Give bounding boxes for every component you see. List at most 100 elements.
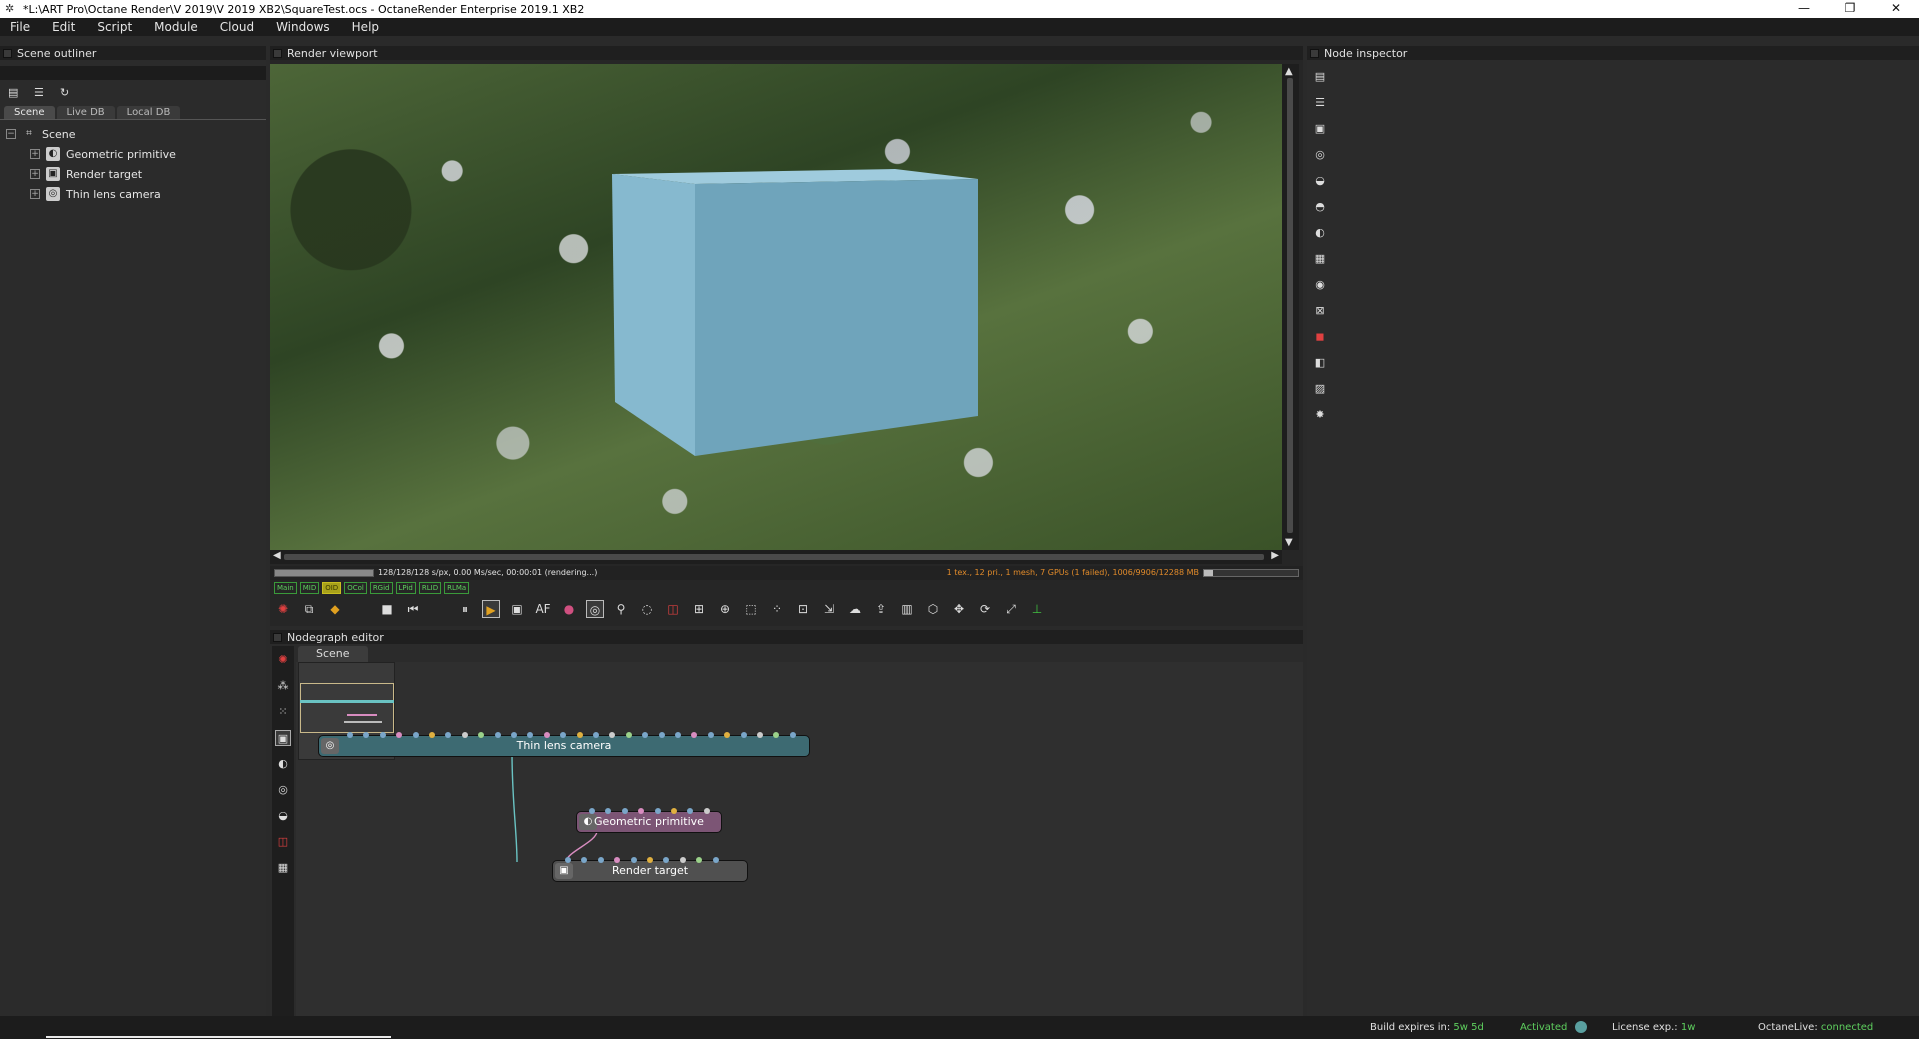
pass-mid[interactable]: MID: [299, 582, 320, 594]
panel-toggle-box[interactable]: [273, 48, 282, 58]
reset-icon[interactable]: ✺: [275, 652, 291, 668]
white-balance-icon[interactable]: ◌: [638, 600, 656, 618]
input-pin[interactable]: [691, 732, 698, 738]
menu-module[interactable]: Module: [154, 20, 198, 34]
expand-toggle-icon[interactable]: +: [30, 169, 40, 179]
export-icon[interactable]: ⇲: [820, 600, 838, 618]
input-pin[interactable]: [576, 732, 583, 738]
object-picker-icon[interactable]: ⊞: [690, 600, 708, 618]
box-icon[interactable]: ⬡: [924, 600, 942, 618]
input-pin[interactable]: [565, 857, 571, 863]
input-pin[interactable]: [724, 732, 731, 738]
focus-picker-icon[interactable]: ⚲: [612, 600, 630, 618]
camera-icon[interactable]: ◎: [1313, 148, 1327, 162]
input-pin[interactable]: [605, 808, 612, 814]
animation-icon[interactable]: ◉: [1313, 278, 1327, 292]
copy-icon[interactable]: ⧉: [300, 600, 318, 618]
input-pin[interactable]: [625, 732, 632, 738]
pass-rgid[interactable]: RGid: [369, 582, 393, 594]
input-pin[interactable]: [543, 732, 550, 738]
expand-all-icon[interactable]: ▤: [1313, 70, 1327, 84]
collapse-all-icon[interactable]: ☰: [34, 87, 46, 99]
input-pin[interactable]: [494, 732, 501, 738]
geometry-icon[interactable]: ◐: [275, 756, 291, 772]
tree-item-geometric-primitive[interactable]: + ◐ Geometric primitive: [0, 144, 266, 164]
pass-rlma[interactable]: RLMa: [444, 582, 470, 594]
scale-icon[interactable]: ⤢: [1002, 600, 1020, 618]
tab-scene-graph[interactable]: Scene: [298, 646, 368, 662]
restore-button[interactable]: ❐: [1827, 0, 1873, 18]
input-pin[interactable]: [363, 732, 370, 738]
input-pin[interactable]: [379, 732, 386, 738]
pass-ocol[interactable]: OCol: [344, 582, 367, 594]
grid-icon[interactable]: ▦: [275, 860, 291, 876]
input-pin[interactable]: [658, 732, 665, 738]
cloud-render-icon[interactable]: ☁: [846, 600, 864, 618]
input-pin[interactable]: [638, 808, 645, 814]
visible-environment-icon[interactable]: ◓: [1313, 200, 1327, 214]
pass-main[interactable]: Main: [274, 582, 297, 594]
input-pin[interactable]: [621, 808, 628, 814]
panel-toggle-box[interactable]: [3, 48, 12, 58]
menu-edit[interactable]: Edit: [52, 20, 75, 34]
panel-toggle-box[interactable]: [1310, 48, 1319, 58]
input-pin[interactable]: [560, 732, 567, 738]
menu-help[interactable]: Help: [352, 20, 379, 34]
arrange-icon[interactable]: ⁂: [275, 678, 291, 694]
input-pin[interactable]: [712, 857, 719, 863]
render-passes-icon[interactable]: ◧: [1313, 356, 1327, 370]
scroll-thumb[interactable]: [1287, 78, 1293, 533]
environment-icon[interactable]: ◒: [275, 808, 291, 824]
geometry-icon[interactable]: ◐: [1313, 226, 1327, 240]
render-target-icon[interactable]: ▣: [1313, 122, 1327, 136]
region-render-icon[interactable]: ⬚: [742, 600, 760, 618]
render-target-icon[interactable]: ▣: [275, 730, 291, 746]
refresh-icon[interactable]: ↻: [60, 87, 72, 99]
imager-icon[interactable]: ▨: [1313, 382, 1327, 396]
menu-script[interactable]: Script: [97, 20, 132, 34]
tree-item-thin-lens-camera[interactable]: + ◎ Thin lens camera: [0, 184, 266, 204]
input-pin[interactable]: [654, 808, 661, 814]
close-button[interactable]: ✕: [1873, 0, 1919, 18]
input-pin[interactable]: [707, 732, 714, 738]
input-pin[interactable]: [647, 857, 653, 863]
input-pin[interactable]: [412, 732, 419, 738]
collapse-toggle-icon[interactable]: −: [6, 129, 16, 139]
auto-focus-icon[interactable]: AF: [534, 600, 552, 618]
nodegraph-canvas[interactable]: ◎ Thin lens camera ◐ Geometric primitive…: [296, 662, 1303, 1016]
scroll-up-icon[interactable]: ▲: [1285, 66, 1293, 77]
node-geometric-primitive[interactable]: ◐ Geometric primitive: [576, 808, 722, 833]
decal-icon[interactable]: ⊡: [794, 600, 812, 618]
input-pin[interactable]: [703, 808, 710, 814]
render-layer-icon[interactable]: ◼: [1313, 330, 1327, 344]
expand-toggle-icon[interactable]: +: [30, 189, 40, 199]
input-pin[interactable]: [757, 732, 763, 738]
pause-icon[interactable]: ⏸: [456, 600, 474, 618]
kernel-icon[interactable]: ⊠: [1313, 304, 1327, 318]
scroll-thumb[interactable]: [284, 554, 1264, 560]
tab-local-db[interactable]: Local DB: [116, 106, 181, 119]
environment-icon[interactable]: ◒: [1313, 174, 1327, 188]
menu-file[interactable]: File: [10, 20, 30, 34]
input-pin[interactable]: [679, 857, 686, 863]
input-pin[interactable]: [511, 732, 517, 738]
reset-render-icon[interactable]: ✺: [274, 600, 292, 618]
input-pin[interactable]: [696, 857, 703, 863]
rotate-icon[interactable]: ⟳: [976, 600, 994, 618]
input-pin[interactable]: [461, 732, 468, 738]
input-pin[interactable]: [478, 732, 485, 738]
minimize-button[interactable]: —: [1781, 0, 1827, 18]
input-pin[interactable]: [527, 732, 534, 738]
material-picker-icon[interactable]: ◫: [664, 600, 682, 618]
tab-live-db[interactable]: Live DB: [56, 106, 115, 119]
render-canvas[interactable]: [270, 64, 1282, 550]
film-region-icon[interactable]: ⁘: [768, 600, 786, 618]
input-pin[interactable]: [581, 857, 588, 863]
input-pin[interactable]: [445, 732, 452, 738]
expand-toggle-icon[interactable]: +: [30, 149, 40, 159]
input-pin[interactable]: [347, 732, 353, 738]
input-pin[interactable]: [614, 857, 621, 863]
input-pin[interactable]: [675, 732, 681, 738]
upload-icon[interactable]: ⇪: [872, 600, 890, 618]
viewport-vertical-scrollbar[interactable]: ▲ ▼: [1282, 64, 1299, 550]
